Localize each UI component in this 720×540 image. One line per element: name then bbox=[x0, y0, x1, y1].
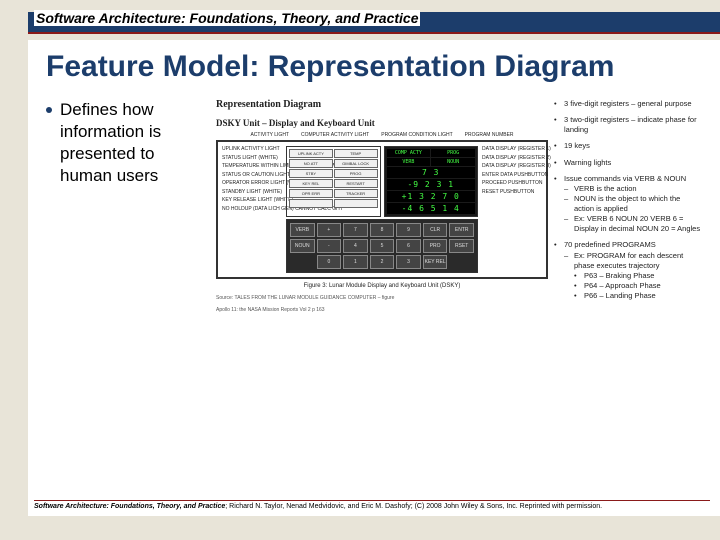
notes-column: 3 five-digit registers – general purpose… bbox=[554, 99, 702, 313]
keypad-key: 5 bbox=[370, 239, 395, 253]
top-label: PROGRAM NUMBER bbox=[465, 132, 514, 138]
figure-source: Source: TALES FROM THE LUNAR MODULE GUID… bbox=[216, 295, 548, 301]
top-label-row: ACTIVITY LIGHT COMPUTER ACTIVITY LIGHT P… bbox=[216, 132, 548, 138]
bullet-dot-icon bbox=[46, 107, 52, 113]
footer-citation: Software Architecture: Foundations, Theo… bbox=[34, 500, 710, 510]
status-light: UPLINK ACTY bbox=[289, 149, 333, 158]
top-label: COMPUTER ACTIVITY LIGHT bbox=[301, 132, 369, 138]
status-light: NO ATT bbox=[289, 159, 333, 168]
left-labels: UPLINK ACTIVITY LIGHT STATUS LIGHT (WHITE… bbox=[222, 146, 282, 273]
keypad-key: ENTR bbox=[449, 223, 474, 237]
figure-source-2: Apollo 11: the NASA Mission Reports Vol … bbox=[216, 307, 548, 313]
keypad-key: 8 bbox=[370, 223, 395, 237]
callout-label: STATUS OR CAUTION LIGHT (YELLOW) bbox=[222, 172, 282, 179]
footer-title: Software Architecture: Foundations, Theo… bbox=[34, 503, 225, 510]
callout-label: KEY RELEASE LIGHT (WHITE) bbox=[222, 197, 282, 204]
keypad-key: - bbox=[317, 239, 342, 253]
callout-label: STANDBY LIGHT (WHITE) bbox=[222, 189, 282, 196]
display-register: -9 2 3 1 bbox=[387, 179, 476, 190]
note-item: Warning lights bbox=[554, 158, 702, 168]
status-light: OPR ERR bbox=[289, 189, 333, 198]
callout-label: TEMPERATURE WITHIN LIMITS LIGHT (YELLOW) bbox=[222, 163, 282, 170]
bullet-text: Defines how information is presented to … bbox=[60, 99, 206, 187]
bullet-item: Defines how information is presented to … bbox=[46, 99, 206, 187]
callout-label: OPERATOR ERROR LIGHT (WHITE) bbox=[222, 180, 282, 187]
display-label: NOUN bbox=[431, 158, 475, 166]
callout-label: PROCEED PUSHBUTTON bbox=[482, 180, 542, 187]
header-course-title: Software Architecture: Foundations, Theo… bbox=[34, 10, 420, 26]
status-light: TRACKER bbox=[334, 189, 378, 198]
display-register: 7 3 bbox=[387, 167, 476, 178]
keypad-key: 1 bbox=[343, 255, 368, 269]
status-light: KEY REL bbox=[289, 179, 333, 188]
keypad-key: NOUN bbox=[290, 239, 315, 253]
callout-label: STATUS LIGHT (WHITE) bbox=[222, 155, 282, 162]
callout-label: DATA DISPLAY (REGISTER 3) bbox=[482, 163, 542, 170]
display-register: -4 6 5 1 4 bbox=[387, 203, 476, 214]
status-light bbox=[334, 199, 378, 208]
figure-caption: Figure 3: Lunar Module Display and Keybo… bbox=[216, 283, 548, 289]
bullet-column: Defines how information is presented to … bbox=[46, 99, 206, 313]
keypad-key: 0 bbox=[317, 255, 342, 269]
diagram-heading: Representation Diagram bbox=[216, 99, 548, 110]
right-labels: DATA DISPLAY (REGISTER 1) DATA DISPLAY (R… bbox=[482, 146, 542, 273]
note-subsubitem: P66 – Landing Phase bbox=[574, 291, 702, 301]
keypad-key: VERB bbox=[290, 223, 315, 237]
status-light bbox=[289, 199, 333, 208]
keypad-key: 7 bbox=[343, 223, 368, 237]
display-label: VERB bbox=[387, 158, 431, 166]
figure-column: Representation Diagram DSKY Unit – Displ… bbox=[216, 99, 702, 313]
keypad-key: 4 bbox=[343, 239, 368, 253]
status-light: PROG bbox=[334, 169, 378, 178]
slide-title: Feature Model: Representation Diagram bbox=[46, 50, 702, 83]
callout-label: ENTER DATA PUSHBUTTON bbox=[482, 172, 542, 179]
note-subsubitem: P63 – Braking Phase bbox=[574, 271, 702, 281]
callout-label: DATA DISPLAY (REGISTER 1) bbox=[482, 146, 542, 153]
keypad-key: 9 bbox=[396, 223, 421, 237]
callout-label: RESET PUSHBUTTON bbox=[482, 189, 542, 196]
keypad-key: PRO bbox=[423, 239, 448, 253]
note-item: 70 predefined PROGRAMSEx: PROGRAM for ea… bbox=[554, 240, 702, 301]
keypad-key: 6 bbox=[396, 239, 421, 253]
status-light: TEMP bbox=[334, 149, 378, 158]
display-register: +1 3 2 7 0 bbox=[387, 191, 476, 202]
keypad-key: 3 bbox=[396, 255, 421, 269]
top-label: PROGRAM CONDITION LIGHT bbox=[381, 132, 452, 138]
callout-label: UPLINK ACTIVITY LIGHT bbox=[222, 146, 282, 153]
note-subitem: VERB is the action bbox=[564, 184, 702, 194]
dsky-center: UPLINK ACTYTEMPNO ATTGIMBAL LOCKSTBYPROG… bbox=[286, 146, 478, 273]
keypad-key: CLR bbox=[423, 223, 448, 237]
dsky-unit-label: DSKY Unit – Display and Keyboard Unit bbox=[216, 118, 548, 128]
display-label: PROG bbox=[431, 149, 475, 157]
note-item: 3 two-digit registers – indicate phase f… bbox=[554, 115, 702, 135]
keypad-key: 2 bbox=[370, 255, 395, 269]
display-label: COMP ACTY bbox=[387, 149, 431, 157]
note-item: 19 keys bbox=[554, 141, 702, 151]
note-subitem: NOUN is the object to which the action i… bbox=[564, 194, 702, 214]
body-row: Defines how information is presented to … bbox=[46, 99, 702, 313]
status-light: RESTART bbox=[334, 179, 378, 188]
note-subsubitem: P64 – Approach Phase bbox=[574, 281, 702, 291]
keypad-key: RSET bbox=[449, 239, 474, 253]
slide-content: Feature Model: Representation Diagram De… bbox=[28, 40, 720, 516]
display-panel: COMP ACTYPROGVERBNOUN 7 3-9 2 3 1+1 3 2 … bbox=[384, 146, 479, 217]
top-label: ACTIVITY LIGHT bbox=[250, 132, 289, 138]
dsky-unit: UPLINK ACTIVITY LIGHT STATUS LIGHT (WHITE… bbox=[216, 140, 548, 279]
note-item: Issue commands via VERB & NOUNVERB is th… bbox=[554, 174, 702, 235]
diagram-box: Representation Diagram DSKY Unit – Displ… bbox=[216, 99, 548, 313]
callout-label: DATA DISPLAY (REGISTER 2) bbox=[482, 155, 542, 162]
status-light: GIMBAL LOCK bbox=[334, 159, 378, 168]
status-light: STBY bbox=[289, 169, 333, 178]
note-item: 3 five-digit registers – general purpose bbox=[554, 99, 702, 109]
status-panel: UPLINK ACTYTEMPNO ATTGIMBAL LOCKSTBYPROG… bbox=[286, 146, 381, 217]
callout-label: NO HOLDUP (DATA LICH GEN) CANNOT CALC GH… bbox=[222, 206, 282, 213]
note-subitem: Ex: PROGRAM for each descent phase execu… bbox=[564, 251, 702, 302]
keypad: VERB+789CLRENTR NOUN-456PRORSET 0123KEY RE… bbox=[286, 219, 478, 273]
keypad-key: + bbox=[317, 223, 342, 237]
footer-rest: ; Richard N. Taylor, Nenad Medvidovic, a… bbox=[225, 503, 602, 510]
keypad-key: KEY REL bbox=[423, 255, 448, 269]
dsky-top-panels: UPLINK ACTYTEMPNO ATTGIMBAL LOCKSTBYPROG… bbox=[286, 146, 478, 217]
note-subitem: Ex: VERB 6 NOUN 20 VERB 6 = Display in d… bbox=[564, 214, 702, 234]
